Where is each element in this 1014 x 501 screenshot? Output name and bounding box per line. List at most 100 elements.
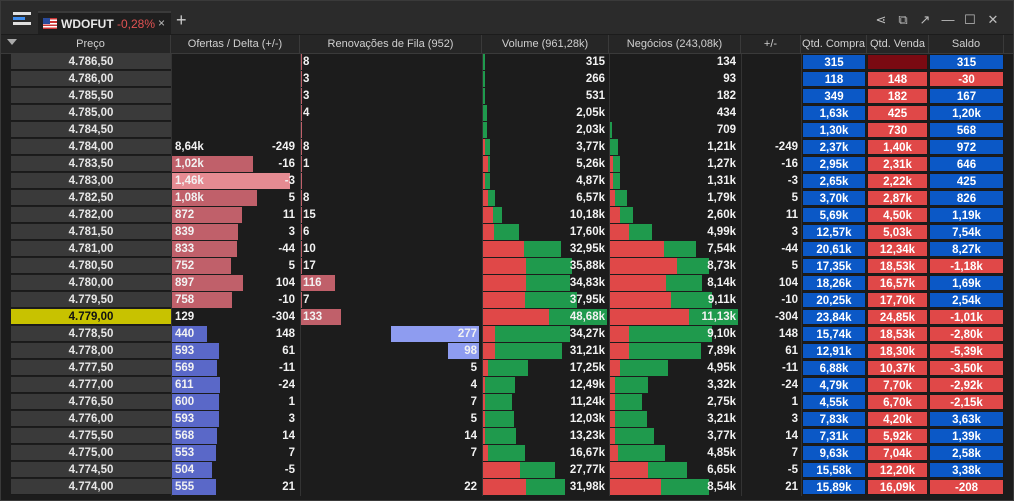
header-trades[interactable]: Negócios (243,08k): [609, 35, 741, 53]
column-separator: [801, 54, 802, 496]
header-qty-buy[interactable]: Qtd. Compra: [801, 35, 867, 53]
volume-value: 48,68k: [569, 311, 605, 323]
price-cell[interactable]: 4.780,50: [11, 258, 171, 274]
volume-value: 4,87k: [576, 175, 605, 187]
renewal-count: 1: [303, 158, 310, 170]
qty-buy-cell: 1,30k: [802, 122, 866, 138]
menu-icon[interactable]: [13, 12, 31, 26]
trades-value: 2,75k: [707, 396, 736, 408]
header-qty-sell[interactable]: Qtd. Venda: [867, 35, 929, 53]
trades-value: 4,99k: [707, 226, 736, 238]
price-cell[interactable]: 4.783,50: [11, 156, 171, 172]
qty-buy-cell: 17,35k: [802, 258, 866, 274]
price-cell[interactable]: 4.777,00: [11, 377, 171, 393]
header-plusminus[interactable]: +/-: [741, 35, 801, 53]
trades-value: 93: [723, 73, 736, 85]
price-cell[interactable]: 4.785,50: [11, 88, 171, 104]
renewal-count: 7: [303, 294, 310, 306]
price-cell[interactable]: 4.786,50: [11, 54, 171, 70]
header-balance[interactable]: Saldo: [929, 35, 1004, 53]
offer-delta: 21: [282, 481, 295, 493]
balance-cell: -2,92k: [929, 377, 1004, 393]
volume-value: 12,03k: [569, 413, 605, 425]
table-row: 4.779,00 129 -304 133 48,68k 11,13k -304 23,84k…: [1, 309, 1013, 325]
volume-value: 5,26k: [576, 158, 605, 170]
table-row: 4.782,00 872 11 15 10,18k 2,60k 11 5,69k 4,50k 1,…: [1, 207, 1013, 223]
plusminus-value: 21: [785, 481, 798, 493]
price-cell[interactable]: 4.780,00: [11, 275, 171, 291]
minimize-icon[interactable]: —: [941, 13, 955, 27]
price-cell[interactable]: 4.786,00: [11, 71, 171, 87]
price-cell[interactable]: 4.779,00: [11, 309, 171, 325]
trades-value: 1,79k: [707, 192, 736, 204]
trades-value: 709: [716, 124, 736, 136]
price-cell[interactable]: 4.785,00: [11, 105, 171, 121]
column-header: Preço Ofertas / Delta (+/-) Renovações d…: [1, 35, 1013, 54]
qty-sell-cell: 425: [867, 105, 928, 121]
price-cell[interactable]: 4.774,00: [11, 479, 171, 495]
offer-delta: [235, 54, 295, 70]
price-cell[interactable]: 4.781,00: [11, 241, 171, 257]
table-row: 4.785,50 3 531 182 349 182 167: [1, 88, 1013, 104]
maximize-icon[interactable]: ☐: [963, 13, 977, 27]
tab-wdofut[interactable]: WDOFUT -0,28% ×: [38, 11, 171, 34]
qty-buy-cell: 15,58k: [802, 462, 866, 478]
qty-sell-cell: 2,87k: [867, 190, 928, 206]
qty-buy-cell: 9,63k: [802, 445, 866, 461]
price-cell[interactable]: 4.782,50: [11, 190, 171, 206]
price-cell[interactable]: 4.778,00: [11, 343, 171, 359]
price-cell[interactable]: 4.775,50: [11, 428, 171, 444]
price-cell[interactable]: 4.784,00: [11, 139, 171, 155]
renewal-count: 5: [470, 362, 477, 374]
price-cell[interactable]: 4.774,50: [11, 462, 171, 478]
qty-sell-cell: 2,22k: [867, 173, 928, 189]
price-cell[interactable]: 4.783,00: [11, 173, 171, 189]
chart-icon[interactable]: ↗: [918, 13, 932, 27]
qty-sell-cell: 17,70k: [867, 292, 928, 308]
plusminus-value: [741, 105, 798, 121]
header-volume[interactable]: Volume (961,28k): [482, 35, 609, 53]
table-row: 4.776,00 593 3 5 12,03k 3,21k 3 7,83k 4,20k 3,63k: [1, 411, 1013, 427]
close-icon[interactable]: ✕: [986, 13, 1000, 27]
volume-value: 11,24k: [570, 396, 605, 408]
price-cell[interactable]: 4.778,50: [11, 326, 171, 342]
add-tab-icon[interactable]: +: [176, 11, 187, 29]
qty-sell-cell: [867, 54, 928, 70]
qty-sell-cell: 5,92k: [867, 428, 928, 444]
price-cell[interactable]: 4.779,50: [11, 292, 171, 308]
table-row: 4.780,00 897 104 116 34,83k 8,14k 104 18,26k 16,…: [1, 275, 1013, 291]
price-cell[interactable]: 4.782,00: [11, 207, 171, 223]
renewal-count: 133: [303, 311, 323, 323]
share-icon[interactable]: ⋖: [874, 13, 888, 27]
qty-buy-cell: 2,95k: [802, 156, 866, 172]
renewal-count: 22: [464, 481, 477, 493]
plusminus-value: -304: [774, 311, 798, 323]
column-separator: [741, 54, 742, 496]
detach-icon[interactable]: ⧉: [896, 13, 910, 27]
table-row: 4.776,50 600 1 7 11,24k 2,75k 1 4,55k 6,70k -2,15…: [1, 394, 1013, 410]
balance-cell: -2,15k: [929, 394, 1004, 410]
price-cell[interactable]: 4.777,50: [11, 360, 171, 376]
offer-delta: [235, 88, 295, 104]
qty-sell-cell: 12,20k: [867, 462, 928, 478]
price-cell[interactable]: 4.784,50: [11, 122, 171, 138]
price-cell[interactable]: 4.776,00: [11, 411, 171, 427]
header-renewals[interactable]: Renovações de Fila (952): [300, 35, 482, 53]
renewal-count: 15: [303, 209, 316, 221]
header-price[interactable]: Preço: [11, 35, 171, 53]
plusminus-value: -11: [782, 362, 798, 374]
price-cell[interactable]: 4.781,50: [11, 224, 171, 240]
offer-delta: 104: [275, 277, 295, 289]
close-tab-icon[interactable]: ×: [158, 16, 165, 30]
renewal-count: [301, 462, 477, 478]
trades-value: 6,65k: [707, 464, 736, 476]
balance-cell: 972: [929, 139, 1004, 155]
renewal-count: 5: [470, 413, 477, 425]
volume-value: 17,60k: [569, 226, 605, 238]
price-cell[interactable]: 4.776,50: [11, 394, 171, 410]
qty-sell-cell: 18,53k: [867, 326, 928, 342]
plusminus-value: 5: [791, 260, 798, 272]
price-cell[interactable]: 4.775,00: [11, 445, 171, 461]
volume-value: 31,21k: [569, 345, 605, 357]
header-offers[interactable]: Ofertas / Delta (+/-): [171, 35, 300, 53]
